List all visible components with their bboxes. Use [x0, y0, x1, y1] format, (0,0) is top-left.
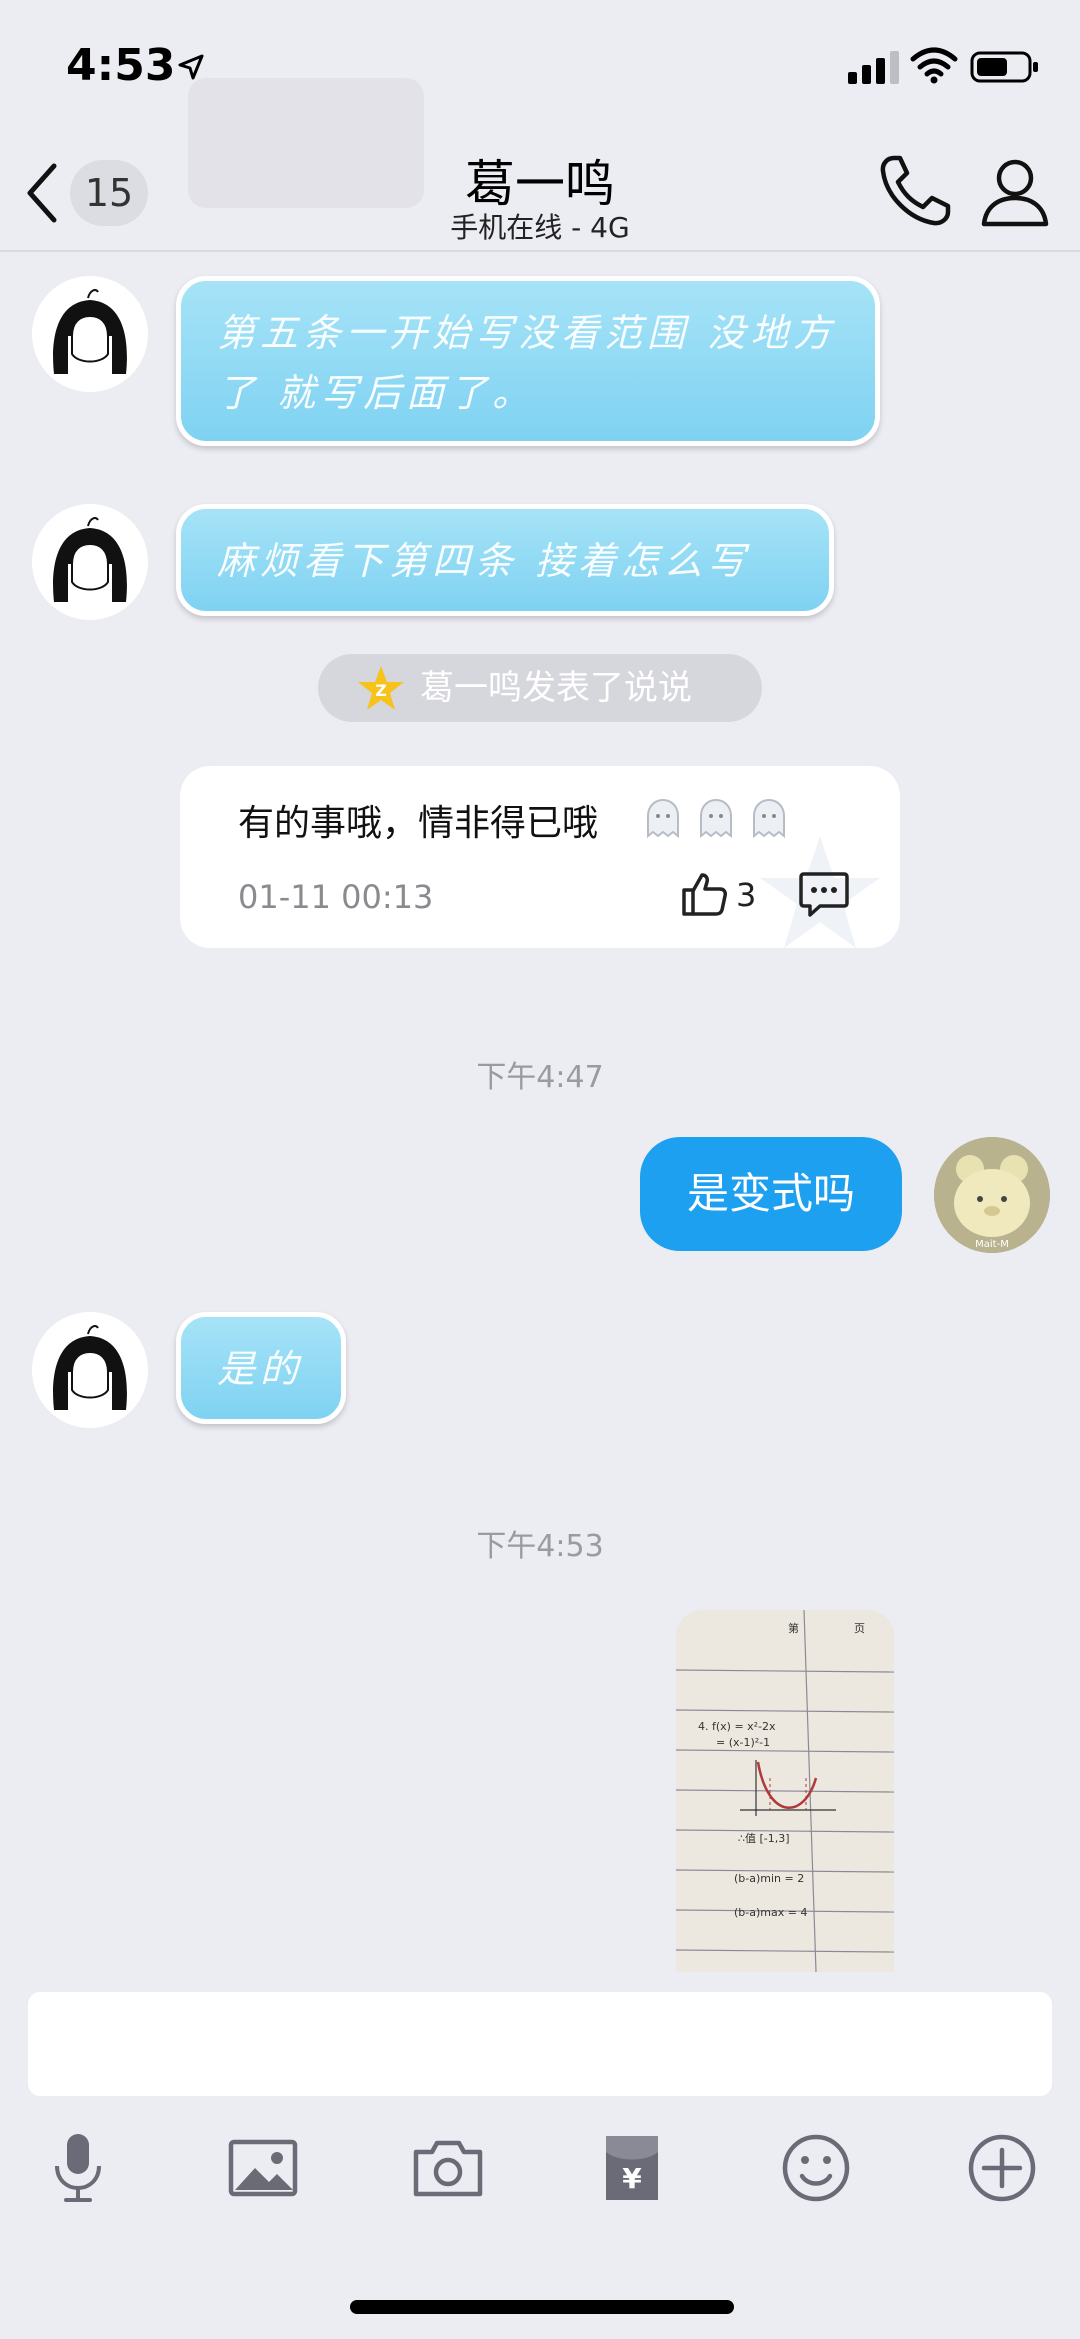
ghost-emoji-group	[640, 796, 794, 846]
message-input[interactable]	[28, 1992, 1052, 2096]
plush-bear-avatar-icon: Mait-M	[934, 1137, 1050, 1253]
svg-text:∴值 [-1,3]: ∴值 [-1,3]	[738, 1832, 790, 1845]
qzone-feed-card[interactable]: 有的事哦，情非得已哦 01-11 00:13 3	[180, 766, 900, 948]
svg-text:Mait-M: Mait-M	[975, 1239, 1009, 1250]
friend-message-bubble[interactable]: 第五条一开始写没看范围 没地方了 就写后面了。	[176, 276, 880, 446]
thumbs-up-icon[interactable]	[680, 870, 728, 918]
status-bar: 4:53	[0, 0, 1080, 140]
chat-screen: 4:53 15 葛一鸣 手机在线 - 4G 第五条一开始写没看范围 没地方了 就…	[0, 0, 1080, 2339]
notebook-photo: 第 页 4. f(x) = x²-2x = (x-1)²-1 ∴值 [-1,3]…	[676, 1610, 894, 1972]
comment-icon[interactable]	[798, 870, 850, 918]
phone-icon[interactable]	[876, 152, 954, 230]
friend-message-bubble[interactable]: 麻烦看下第四条 接着怎么写	[176, 504, 834, 616]
svg-text:第: 第	[788, 1621, 799, 1635]
cellular-signal-icon	[848, 51, 899, 84]
camera-icon[interactable]	[410, 2130, 486, 2206]
anime-girl-avatar-icon	[32, 504, 148, 620]
wifi-icon	[910, 47, 958, 84]
photo-message[interactable]: 第 页 4. f(x) = x²-2x = (x-1)²-1 ∴值 [-1,3]…	[676, 1610, 894, 1972]
my-avatar[interactable]: Mait-M	[934, 1137, 1050, 1253]
my-message-bubble[interactable]: 是变式吗	[640, 1137, 902, 1251]
person-icon[interactable]	[978, 154, 1052, 228]
svg-text:Z: Z	[375, 681, 387, 700]
battery-icon	[970, 51, 1038, 83]
ghost-emoji-icon	[700, 798, 733, 839]
svg-text:= (x-1)²-1: = (x-1)²-1	[716, 1736, 770, 1749]
message-timestamp: 下午4:53	[476, 1529, 604, 1564]
svg-text:(b-a)min = 2: (b-a)min = 2	[734, 1872, 804, 1885]
friend-avatar[interactable]	[32, 276, 148, 392]
emoji-icon[interactable]	[778, 2130, 854, 2206]
notice-text: 葛一鸣发表了说说	[420, 668, 692, 708]
like-count: 3	[736, 876, 757, 914]
status-time: 4:53	[66, 40, 176, 91]
friend-avatar[interactable]	[32, 1312, 148, 1428]
red-packet-icon[interactable]: ¥	[594, 2130, 670, 2206]
friend-avatar[interactable]	[32, 504, 148, 620]
svg-text:4. f(x) = x²-2x: 4. f(x) = x²-2x	[698, 1720, 776, 1733]
feed-post-text: 有的事哦，情非得已哦	[238, 803, 599, 844]
plus-icon[interactable]	[964, 2130, 1040, 2206]
microphone-icon[interactable]	[40, 2130, 116, 2206]
message-timestamp: 下午4:47	[476, 1060, 604, 1095]
svg-text:(b-a)max = 4: (b-a)max = 4	[734, 1906, 807, 1919]
friend-message-bubble[interactable]: 是的	[176, 1312, 346, 1424]
chat-header: 15 葛一鸣 手机在线 - 4G	[0, 78, 1080, 252]
ghost-emoji-icon	[753, 798, 786, 839]
anime-girl-avatar-icon	[32, 276, 148, 392]
chat-toolbar: ¥	[0, 2120, 1080, 2220]
anime-girl-avatar-icon	[32, 1312, 148, 1428]
ghost-emoji-icon	[647, 798, 679, 839]
image-icon[interactable]	[225, 2130, 301, 2206]
svg-text:¥: ¥	[622, 2162, 642, 2195]
svg-text:页: 页	[854, 1622, 865, 1635]
home-indicator[interactable]	[350, 2300, 734, 2314]
qzone-post-notice[interactable]: Z 葛一鸣发表了说说	[318, 654, 762, 722]
qzone-star-icon: Z	[358, 666, 404, 710]
feed-post-date: 01-11 00:13	[238, 878, 434, 916]
